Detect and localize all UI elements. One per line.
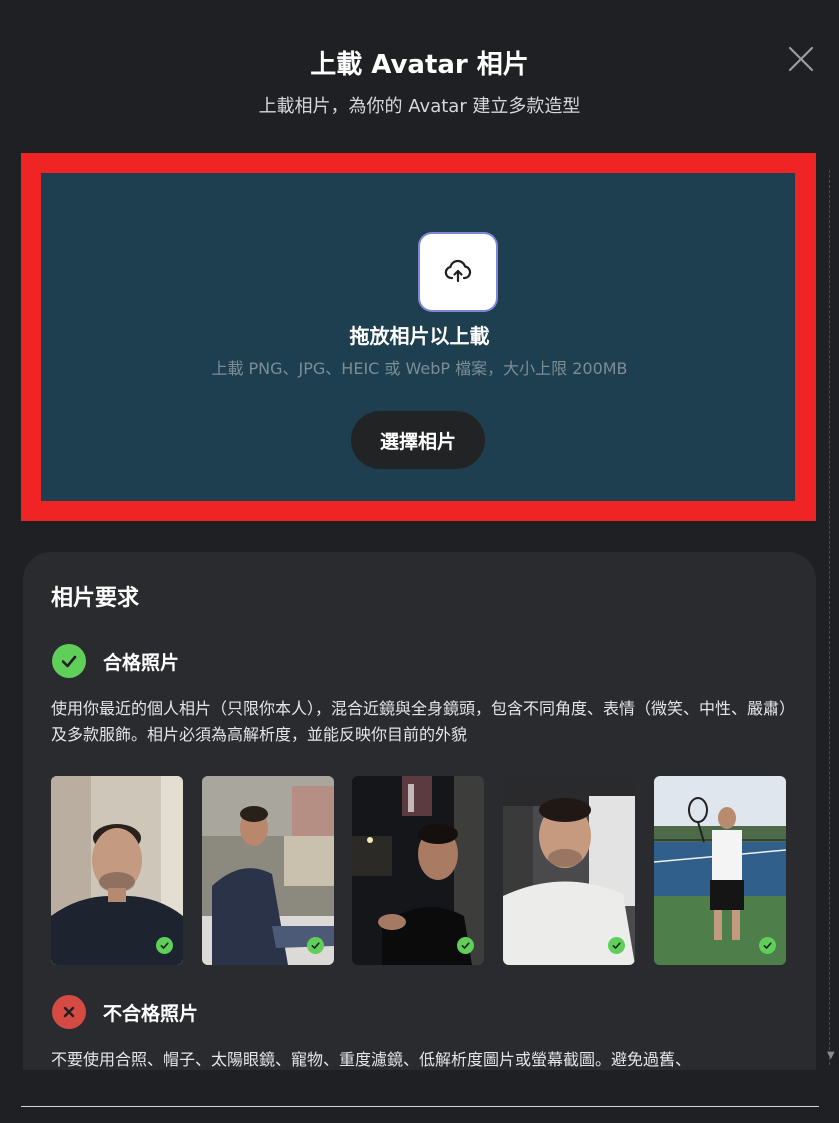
photo-requirements-card: 相片要求 合格照片 使用你最近的個人相片（只限你本人），混合近鏡與全身鏡頭，包含… xyxy=(23,552,816,1070)
scroll-down-arrow-icon[interactable]: ▼ xyxy=(827,1050,837,1061)
check-icon xyxy=(608,937,625,954)
example-photo xyxy=(503,776,635,965)
bad-photos-label: 不合格照片 xyxy=(103,1003,199,1025)
dialog-title: 上載 Avatar 相片 xyxy=(310,50,529,80)
dialog-subtitle: 上載相片，為你的 Avatar 建立多款造型 xyxy=(258,96,581,117)
scrollbar[interactable] xyxy=(829,170,836,1065)
footer-divider xyxy=(21,1106,819,1107)
x-circle-icon xyxy=(52,995,86,1029)
close-icon xyxy=(788,46,814,72)
check-icon xyxy=(307,937,324,954)
dialog-scroll-area[interactable]: 拖放相片以上載 上載 PNG、JPG、HEIC 或 WebP 檔案，大小上限 2… xyxy=(0,150,839,1070)
choose-photo-button[interactable]: 選擇相片 xyxy=(351,411,485,469)
example-photo xyxy=(654,776,786,965)
file-format-hint: 上載 PNG、JPG、HEIC 或 WebP 檔案，大小上限 200MB xyxy=(211,359,628,378)
check-icon xyxy=(759,937,776,954)
drop-title: 拖放相片以上載 xyxy=(349,324,490,348)
good-photos-description: 使用你最近的個人相片（只限你本人），混合近鏡與全身鏡頭，包含不同角度、表情（微笑… xyxy=(51,699,796,744)
upload-avatar-dialog: 上載 Avatar 相片 上載相片，為你的 Avatar 建立多款造型 拖放相片… xyxy=(0,0,839,1123)
cloud-upload-icon xyxy=(444,259,472,283)
requirements-title: 相片要求 xyxy=(51,586,140,611)
example-photo xyxy=(51,776,183,965)
upload-icon-container xyxy=(420,234,496,310)
example-photo xyxy=(352,776,484,965)
good-photos-label: 合格照片 xyxy=(103,652,180,674)
close-button[interactable] xyxy=(784,42,818,76)
example-photo xyxy=(202,776,334,965)
check-icon xyxy=(457,937,474,954)
bad-photos-description: 不要使用合照、帽子、太陽眼鏡、寵物、重度濾鏡、低解析度圖片或螢幕截圖。避免過舊、 xyxy=(51,1050,692,1069)
example-photos xyxy=(51,776,791,966)
check-circle-icon xyxy=(52,644,86,678)
check-icon xyxy=(156,937,173,954)
